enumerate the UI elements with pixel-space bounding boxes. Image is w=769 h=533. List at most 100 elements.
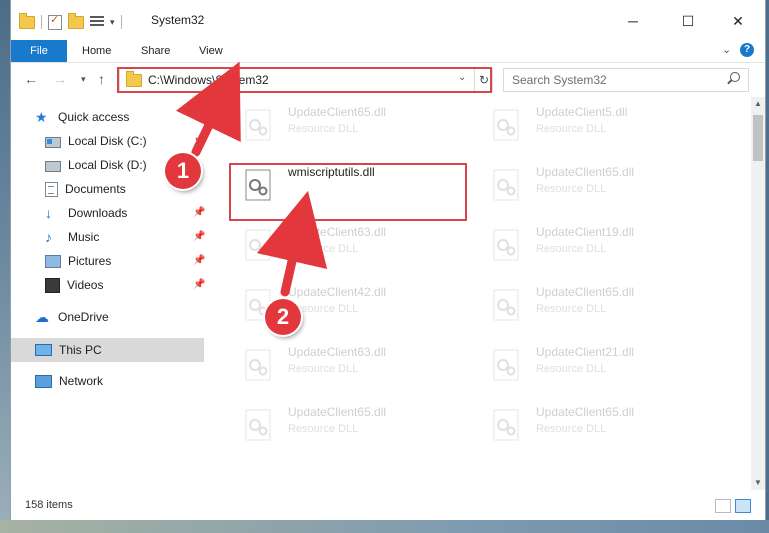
sidebar-item-downloads[interactable]: ↓ Downloads: [45, 203, 127, 223]
properties-icon[interactable]: [48, 13, 62, 30]
quick-access-toolbar: ▾: [19, 12, 122, 32]
download-arrow-icon: ↓: [45, 205, 52, 221]
scroll-down-arrow-icon[interactable]: ▼: [751, 476, 765, 490]
expand-ribbon-chevron-icon[interactable]: ⌄: [722, 43, 731, 56]
sidebar-item-documents[interactable]: Documents: [45, 179, 126, 199]
file-name: UpdateClient5.dll: [536, 105, 628, 119]
close-button[interactable]: ✕: [716, 6, 760, 36]
pictures-icon: [45, 254, 61, 268]
search-icon: [730, 72, 740, 82]
help-icon[interactable]: ?: [740, 43, 754, 57]
tab-share[interactable]: Share: [141, 40, 170, 62]
item-count: 158 items: [25, 499, 73, 511]
documents-icon: [45, 181, 58, 197]
sidebar-item-music[interactable]: ♪ Music: [45, 227, 99, 247]
new-folder-icon[interactable]: [68, 12, 84, 29]
customize-toolbar-chevron-icon[interactable]: ▾: [110, 17, 115, 28]
dll-file-icon: [493, 409, 519, 441]
scroll-thumb[interactable]: [753, 115, 763, 161]
folder-icon: [19, 12, 35, 29]
step-1-badge: 1: [165, 153, 201, 189]
film-icon: [45, 277, 60, 293]
pin-icon[interactable]: 📌: [193, 135, 205, 146]
list-item[interactable]: UpdateClient65.dll Resource DLL: [238, 401, 468, 445]
file-type: Resource DLL: [536, 363, 607, 375]
file-type: Resource DLL: [288, 423, 359, 435]
tab-file[interactable]: File: [11, 40, 67, 62]
dll-file-icon: [245, 109, 271, 141]
file-name: UpdateClient65.dll: [288, 105, 387, 119]
pin-icon[interactable]: 📌: [193, 279, 205, 290]
address-bar-highlight: [117, 67, 492, 93]
back-arrow-icon[interactable]: ←: [24, 71, 38, 87]
list-item[interactable]: UpdateClient63.dll Resource DLL: [238, 341, 468, 385]
dll-file-icon: [493, 289, 519, 321]
desktop-background-left: [0, 0, 10, 533]
file-name: UpdateClient65.dll: [536, 285, 635, 299]
computer-icon: [35, 344, 52, 356]
sidebar-item-onedrive[interactable]: ☁ OneDrive: [35, 307, 109, 327]
list-item[interactable]: UpdateClient19.dll Resource DLL: [486, 221, 716, 265]
tab-view[interactable]: View: [199, 40, 223, 62]
list-item[interactable]: UpdateClient63.dll Resource DLL: [238, 221, 468, 265]
pin-icon[interactable]: 📌: [193, 255, 205, 266]
sidebar-item-this-pc[interactable]: This PC: [11, 338, 204, 362]
file-highlight: [229, 163, 467, 221]
list-item[interactable]: UpdateClient65.dll Resource DLL: [486, 281, 716, 325]
sidebar-item-quick-access[interactable]: ★ Quick access: [35, 107, 129, 127]
dll-file-icon: [493, 229, 519, 261]
recent-locations-chevron-icon[interactable]: ▾: [81, 74, 86, 85]
title-bar: ▾ System32 ─ ☐ ✕: [11, 0, 765, 40]
cloud-icon: ☁: [35, 309, 49, 325]
pin-icon[interactable]: 📌: [193, 207, 205, 218]
file-type: Resource DLL: [288, 363, 359, 375]
file-type: Resource DLL: [536, 183, 607, 195]
file-type: Resource DLL: [536, 243, 607, 255]
view-icon[interactable]: [90, 16, 104, 28]
drive-icon: [45, 137, 61, 148]
file-type: Resource DLL: [288, 243, 359, 255]
dll-file-icon: [493, 109, 519, 141]
forward-arrow-icon[interactable]: →: [53, 71, 67, 87]
file-name: UpdateClient63.dll: [288, 225, 387, 239]
large-icons-view-icon[interactable]: [735, 499, 751, 513]
list-item[interactable]: UpdateClient65.dll Resource DLL: [238, 101, 468, 145]
status-bar: 158 items: [11, 490, 765, 520]
dll-file-icon: [245, 409, 271, 441]
ribbon-tabs: File Home Share View ⌄ ?: [11, 40, 765, 63]
file-name: UpdateClient65.dll: [536, 405, 635, 419]
dll-file-icon: [493, 349, 519, 381]
sidebar-item-videos[interactable]: Videos: [45, 275, 103, 295]
file-name: UpdateClient65.dll: [288, 405, 387, 419]
star-icon: ★: [35, 109, 48, 125]
sidebar-item-local-disk-c[interactable]: Local Disk (C:): [45, 131, 147, 151]
toolbar-separator: [41, 15, 42, 29]
sidebar-item-network[interactable]: Network: [35, 371, 103, 391]
search-box[interactable]: Search System32: [503, 68, 749, 92]
tab-home[interactable]: Home: [82, 40, 111, 62]
music-note-icon: ♪: [45, 229, 52, 245]
minimize-button[interactable]: ─: [611, 6, 655, 36]
sidebar-item-local-disk-d[interactable]: Local Disk (D:): [45, 155, 147, 175]
maximize-button[interactable]: ☐: [666, 6, 710, 36]
toolbar-separator: [120, 15, 122, 29]
list-item[interactable]: UpdateClient65.dll Resource DLL: [486, 401, 716, 445]
sidebar-item-pictures[interactable]: Pictures: [45, 251, 111, 271]
details-view-icon[interactable]: [715, 499, 731, 513]
drive-icon: [45, 161, 61, 172]
file-type: Resource DLL: [536, 123, 607, 135]
network-icon: [35, 374, 52, 388]
pin-icon[interactable]: 📌: [193, 231, 205, 242]
file-name: UpdateClient42.dll: [288, 285, 387, 299]
file-type: Resource DLL: [536, 303, 607, 315]
scroll-up-arrow-icon[interactable]: ▲: [751, 97, 765, 111]
search-input[interactable]: Search System32: [512, 73, 607, 87]
list-item[interactable]: UpdateClient65.dll Resource DLL: [486, 161, 716, 205]
step-2-badge: 2: [265, 299, 301, 335]
vertical-scrollbar[interactable]: ▲ ▼: [751, 97, 765, 490]
desktop-background-bottom: [0, 520, 769, 533]
file-name: UpdateClient63.dll: [288, 345, 387, 359]
up-arrow-icon[interactable]: ↑: [98, 71, 105, 87]
list-item[interactable]: UpdateClient5.dll Resource DLL: [486, 101, 716, 145]
list-item[interactable]: UpdateClient21.dll Resource DLL: [486, 341, 716, 385]
